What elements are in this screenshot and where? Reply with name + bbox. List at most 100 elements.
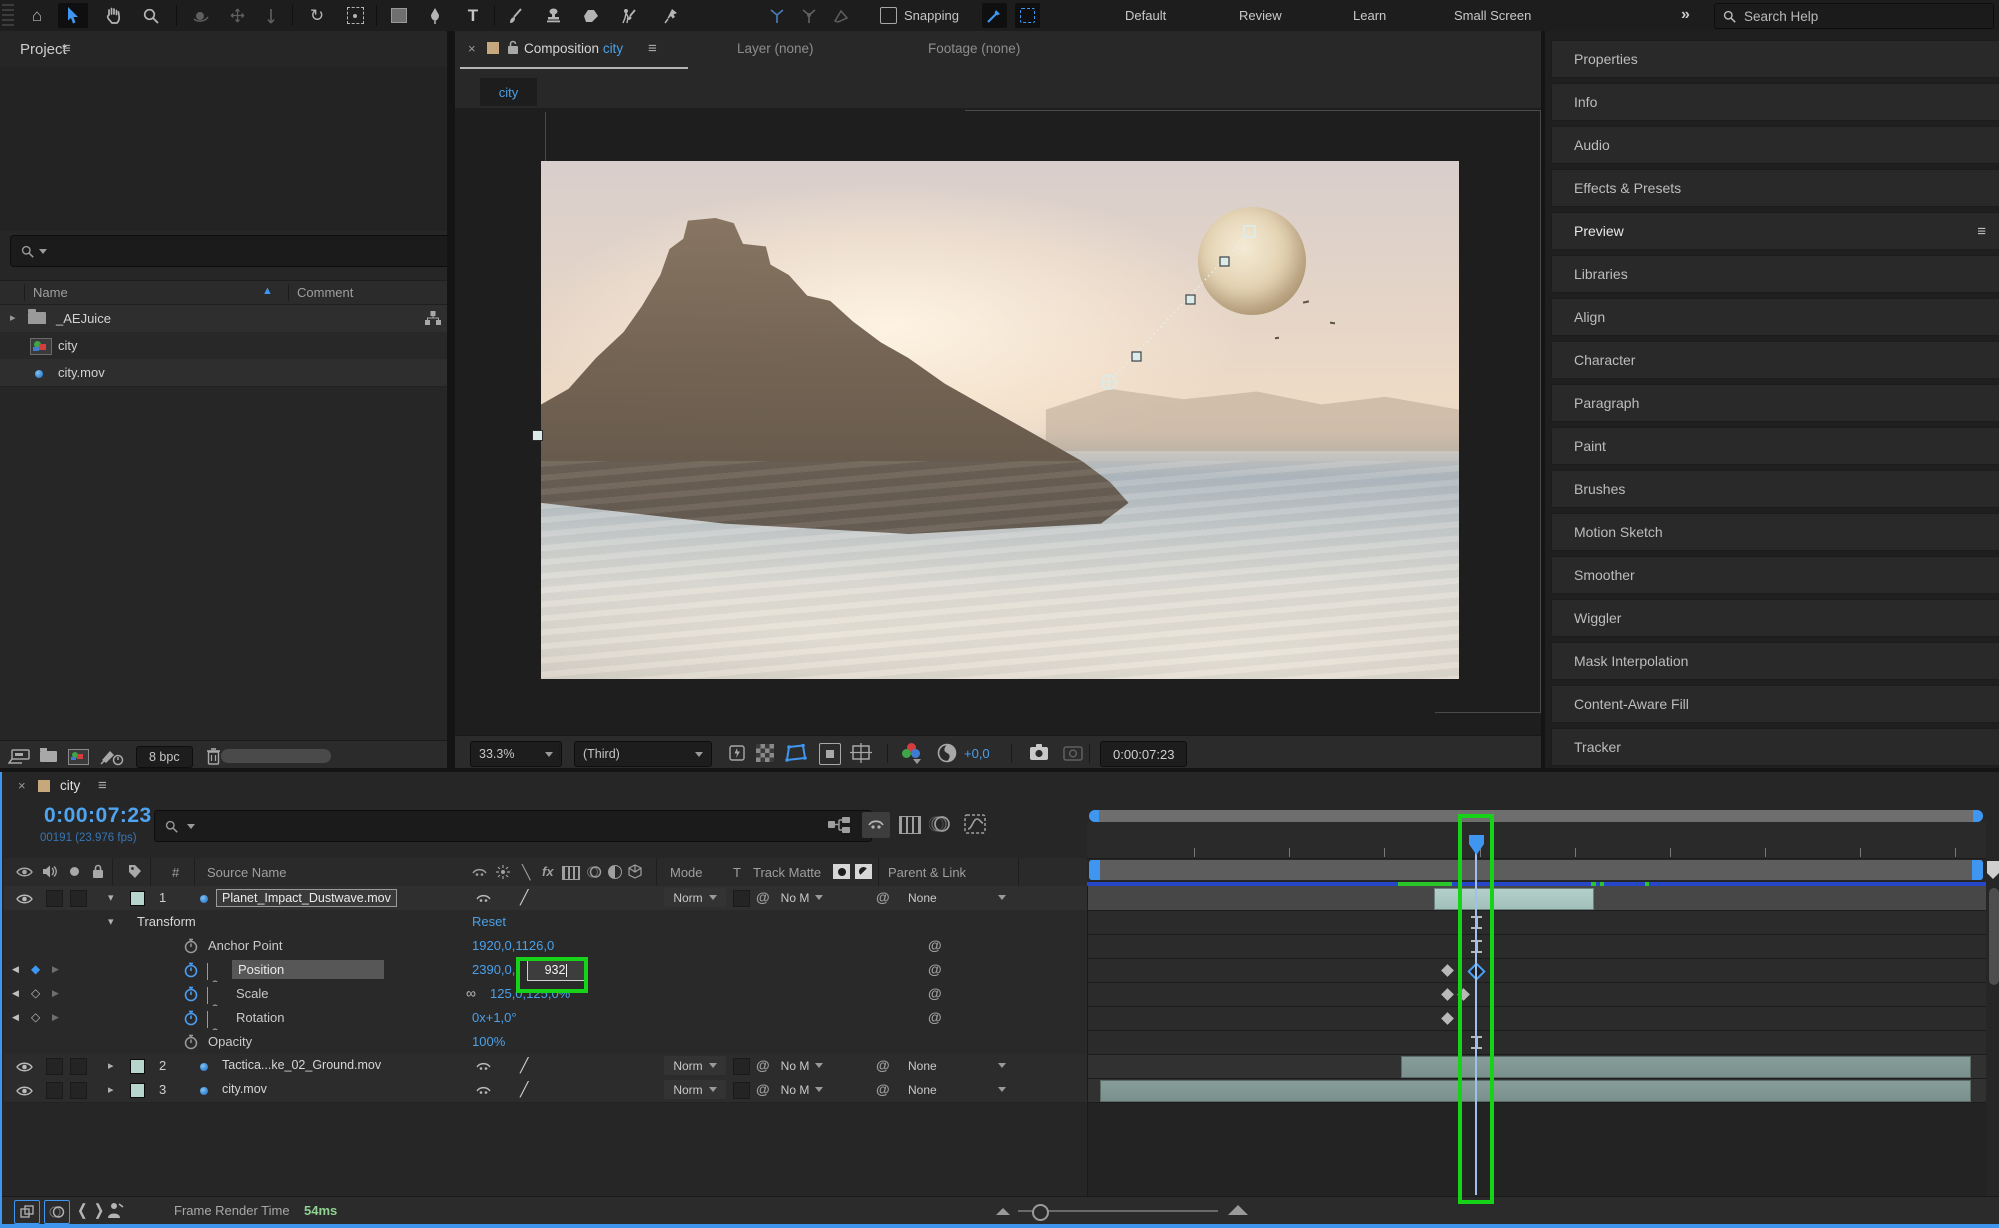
work-area-bar[interactable] bbox=[1089, 860, 1983, 880]
transform-group-row[interactable]: ▾ Transform Reset bbox=[4, 910, 1087, 935]
label-column-icon[interactable] bbox=[128, 864, 142, 879]
preserve-transparency-cell[interactable] bbox=[733, 1082, 750, 1099]
layer-row-3[interactable]: ▸ 3 city.mov ╱ Norm @ No M @ None bbox=[4, 1078, 1087, 1103]
shy-switch-icon[interactable] bbox=[476, 1061, 491, 1072]
preserve-transparency-cell[interactable] bbox=[733, 890, 750, 907]
fx-column-icon[interactable]: fx bbox=[542, 864, 554, 879]
expand-arrow-icon[interactable]: ▸ bbox=[10, 311, 16, 324]
layer-color-swatch[interactable] bbox=[130, 1083, 145, 1098]
panel-tab-wiggler[interactable]: Wiggler bbox=[1551, 599, 1999, 637]
roto-brush-tool-icon[interactable] bbox=[614, 3, 644, 28]
new-composition-icon[interactable] bbox=[68, 749, 89, 765]
selection-tool-icon[interactable] bbox=[58, 3, 88, 28]
frame-blending-master-toggle[interactable] bbox=[14, 1200, 40, 1224]
trash-icon[interactable] bbox=[206, 747, 221, 765]
timeline-tab-label[interactable]: city bbox=[60, 778, 80, 793]
parent-link-column-header[interactable]: Parent & Link bbox=[888, 865, 966, 880]
panel-tab-content-aware-fill[interactable]: Content-Aware Fill bbox=[1551, 685, 1999, 723]
graph-editor-toggle[interactable] bbox=[964, 814, 986, 834]
quality-switch-icon[interactable]: ╱ bbox=[520, 889, 528, 906]
in-out-brackets-icon[interactable]: ❬ ❭ bbox=[76, 1201, 105, 1219]
shy-switch-icon[interactable] bbox=[476, 1085, 491, 1096]
panel-divider[interactable] bbox=[1541, 31, 1545, 772]
sort-ascending-icon[interactable]: ▲ bbox=[262, 285, 273, 297]
panel-tab-character[interactable]: Character bbox=[1551, 341, 1999, 379]
stopwatch-icon-active[interactable] bbox=[184, 962, 198, 978]
viewer-current-time[interactable]: 0:00:07:23 bbox=[1100, 741, 1187, 767]
layer-source-name[interactable]: Tactica...ke_02_Ground.mov bbox=[222, 1058, 381, 1072]
blend-mode-dropdown[interactable]: Norm bbox=[664, 888, 726, 907]
exposure-value[interactable]: +0,0 bbox=[964, 746, 990, 761]
position-value-y-editbox[interactable]: 932 bbox=[527, 959, 585, 981]
property-value[interactable]: 1920,0,1126,0 bbox=[472, 938, 554, 953]
type-tool-icon[interactable]: T bbox=[458, 3, 488, 28]
mode-column-header[interactable]: Mode bbox=[670, 865, 703, 880]
blend-mode-dropdown[interactable]: Norm bbox=[664, 1080, 726, 1099]
dolly-camera-tool-icon[interactable] bbox=[256, 3, 286, 28]
tab-close-icon[interactable]: × bbox=[468, 41, 476, 56]
motion-path[interactable] bbox=[541, 161, 1459, 679]
selection-handle[interactable] bbox=[532, 430, 543, 441]
property-pickwhip-icon[interactable]: @ bbox=[928, 1009, 942, 1025]
panel-tab-paint[interactable]: Paint bbox=[1551, 427, 1999, 465]
next-keyframe-arrow[interactable]: ▶ bbox=[52, 1013, 59, 1022]
mask-visibility-icon[interactable] bbox=[785, 744, 807, 762]
snapping-label[interactable]: Snapping bbox=[904, 8, 959, 23]
show-snapshot-icon[interactable] bbox=[1063, 744, 1083, 761]
keyframe-toggle-diamond[interactable]: ◇ bbox=[31, 987, 40, 999]
expand-layer-arrow[interactable]: ▾ bbox=[108, 891, 114, 904]
timeline-tab-menu-icon[interactable]: ≡ bbox=[98, 777, 107, 794]
property-label[interactable]: Rotation bbox=[236, 1010, 284, 1025]
pan-camera-tool-icon[interactable] bbox=[222, 3, 252, 28]
panel-tab-mask-interpolation[interactable]: Mask Interpolation bbox=[1551, 642, 1999, 680]
timeline-zoom-slider-knob[interactable] bbox=[1032, 1204, 1049, 1221]
layer-source-name[interactable]: Planet_Impact_Dustwave.mov bbox=[216, 889, 397, 907]
project-item-label[interactable]: city.mov bbox=[58, 365, 105, 380]
panel-divider[interactable] bbox=[447, 31, 455, 772]
tab-layer[interactable]: Layer (none) bbox=[737, 41, 814, 56]
stopwatch-icon-active[interactable] bbox=[184, 1010, 198, 1026]
workspace-default[interactable]: Default bbox=[1125, 8, 1166, 23]
resolution-dropdown[interactable]: (Third) bbox=[574, 741, 712, 767]
fast-previews-icon[interactable] bbox=[725, 742, 749, 764]
view-axis-mode-icon[interactable] bbox=[826, 3, 856, 28]
project-column-comment[interactable]: Comment bbox=[297, 285, 353, 300]
project-panel-menu-icon[interactable]: ≡ bbox=[62, 40, 71, 57]
playhead-marker[interactable] bbox=[1468, 834, 1485, 856]
layer-bar-2[interactable] bbox=[1401, 1056, 1971, 1078]
luma-matte-icon[interactable] bbox=[855, 864, 872, 879]
solo-icon[interactable] bbox=[70, 867, 79, 876]
position-row[interactable]: ◀ ◆ ▶ Position 2390,0, 932 @ bbox=[4, 958, 1087, 983]
new-folder-icon[interactable] bbox=[40, 751, 57, 762]
region-of-interest-icon[interactable] bbox=[819, 743, 841, 765]
panel-tab-motion-sketch[interactable]: Motion Sketch bbox=[1551, 513, 1999, 551]
collapse-column-icon[interactable] bbox=[496, 865, 510, 879]
property-label[interactable]: Opacity bbox=[208, 1034, 252, 1049]
eye-icon[interactable] bbox=[16, 893, 33, 905]
panel-tab-preview[interactable]: Preview≡ bbox=[1551, 212, 1999, 250]
parent-pickwhip-icon[interactable]: @ bbox=[876, 1057, 890, 1073]
layer-color-swatch[interactable] bbox=[130, 1059, 145, 1074]
puppet-pin-tool-icon[interactable] bbox=[656, 3, 686, 28]
property-label[interactable]: Scale bbox=[236, 986, 269, 1001]
timeline-label-swatch[interactable] bbox=[38, 780, 50, 792]
t-column-header[interactable]: T bbox=[733, 865, 741, 880]
shy-layers-toggle[interactable] bbox=[862, 812, 890, 838]
interpret-footage-icon[interactable] bbox=[8, 749, 30, 765]
home-icon[interactable]: ⌂ bbox=[22, 3, 52, 28]
blend-mode-dropdown[interactable]: Norm bbox=[664, 1056, 726, 1075]
composition-subtab-city[interactable]: city bbox=[480, 78, 537, 106]
motion-blur-column-icon[interactable] bbox=[586, 865, 602, 879]
panel-tab-info[interactable]: Info bbox=[1551, 83, 1999, 121]
audio-switch-cell[interactable] bbox=[46, 1082, 63, 1099]
panel-tab-tracker[interactable]: Tracker bbox=[1551, 728, 1999, 766]
track-matte-column-header[interactable]: Track Matte bbox=[753, 865, 821, 880]
stopwatch-icon-active[interactable] bbox=[184, 986, 198, 1002]
collapse-group-arrow[interactable]: ▾ bbox=[108, 915, 114, 928]
tab-footage[interactable]: Footage (none) bbox=[928, 41, 1020, 56]
search-help-box[interactable]: Search Help bbox=[1714, 3, 1994, 29]
tab-menu-icon[interactable]: ≡ bbox=[648, 40, 657, 57]
project-item-composition[interactable]: city bbox=[0, 332, 447, 360]
parent-pickwhip-icon[interactable]: @ bbox=[876, 1081, 890, 1097]
local-axis-mode-icon[interactable] bbox=[762, 3, 792, 28]
